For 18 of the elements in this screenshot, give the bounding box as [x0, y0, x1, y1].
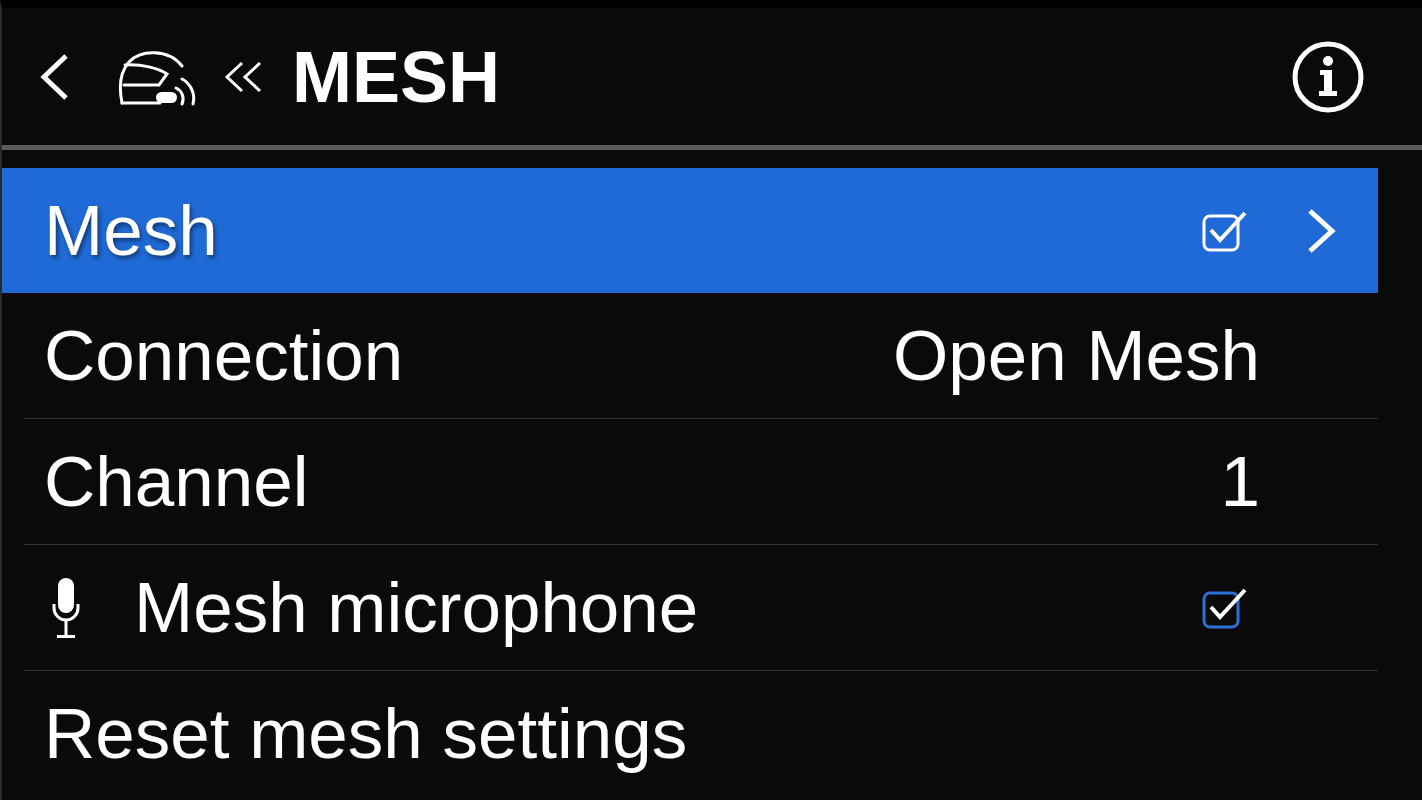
item-label: Connection [44, 320, 404, 391]
menu-item[interactable]: Channel 1 [2, 419, 1378, 544]
item-label: Channel [44, 446, 309, 517]
page-title: MESH [292, 40, 501, 113]
checkbox-checked-icon[interactable] [1202, 209, 1248, 252]
double-chevron-icon [224, 60, 264, 93]
microphone-icon [52, 576, 80, 639]
info-icon [1292, 40, 1364, 113]
menu-item[interactable]: Mesh [2, 168, 1378, 293]
back-button[interactable] [40, 52, 70, 101]
checkbox-checked-icon[interactable] [1202, 586, 1248, 629]
menu-item[interactable]: Connection Open Mesh [2, 293, 1378, 418]
menu-item[interactable]: Reset mesh settings [2, 671, 1378, 796]
menu-item[interactable]: Mesh microphone [2, 545, 1378, 670]
item-label: Mesh [44, 195, 218, 266]
item-value: 1 [1220, 446, 1260, 517]
info-button[interactable] [1292, 40, 1364, 113]
back-icon [40, 52, 70, 101]
